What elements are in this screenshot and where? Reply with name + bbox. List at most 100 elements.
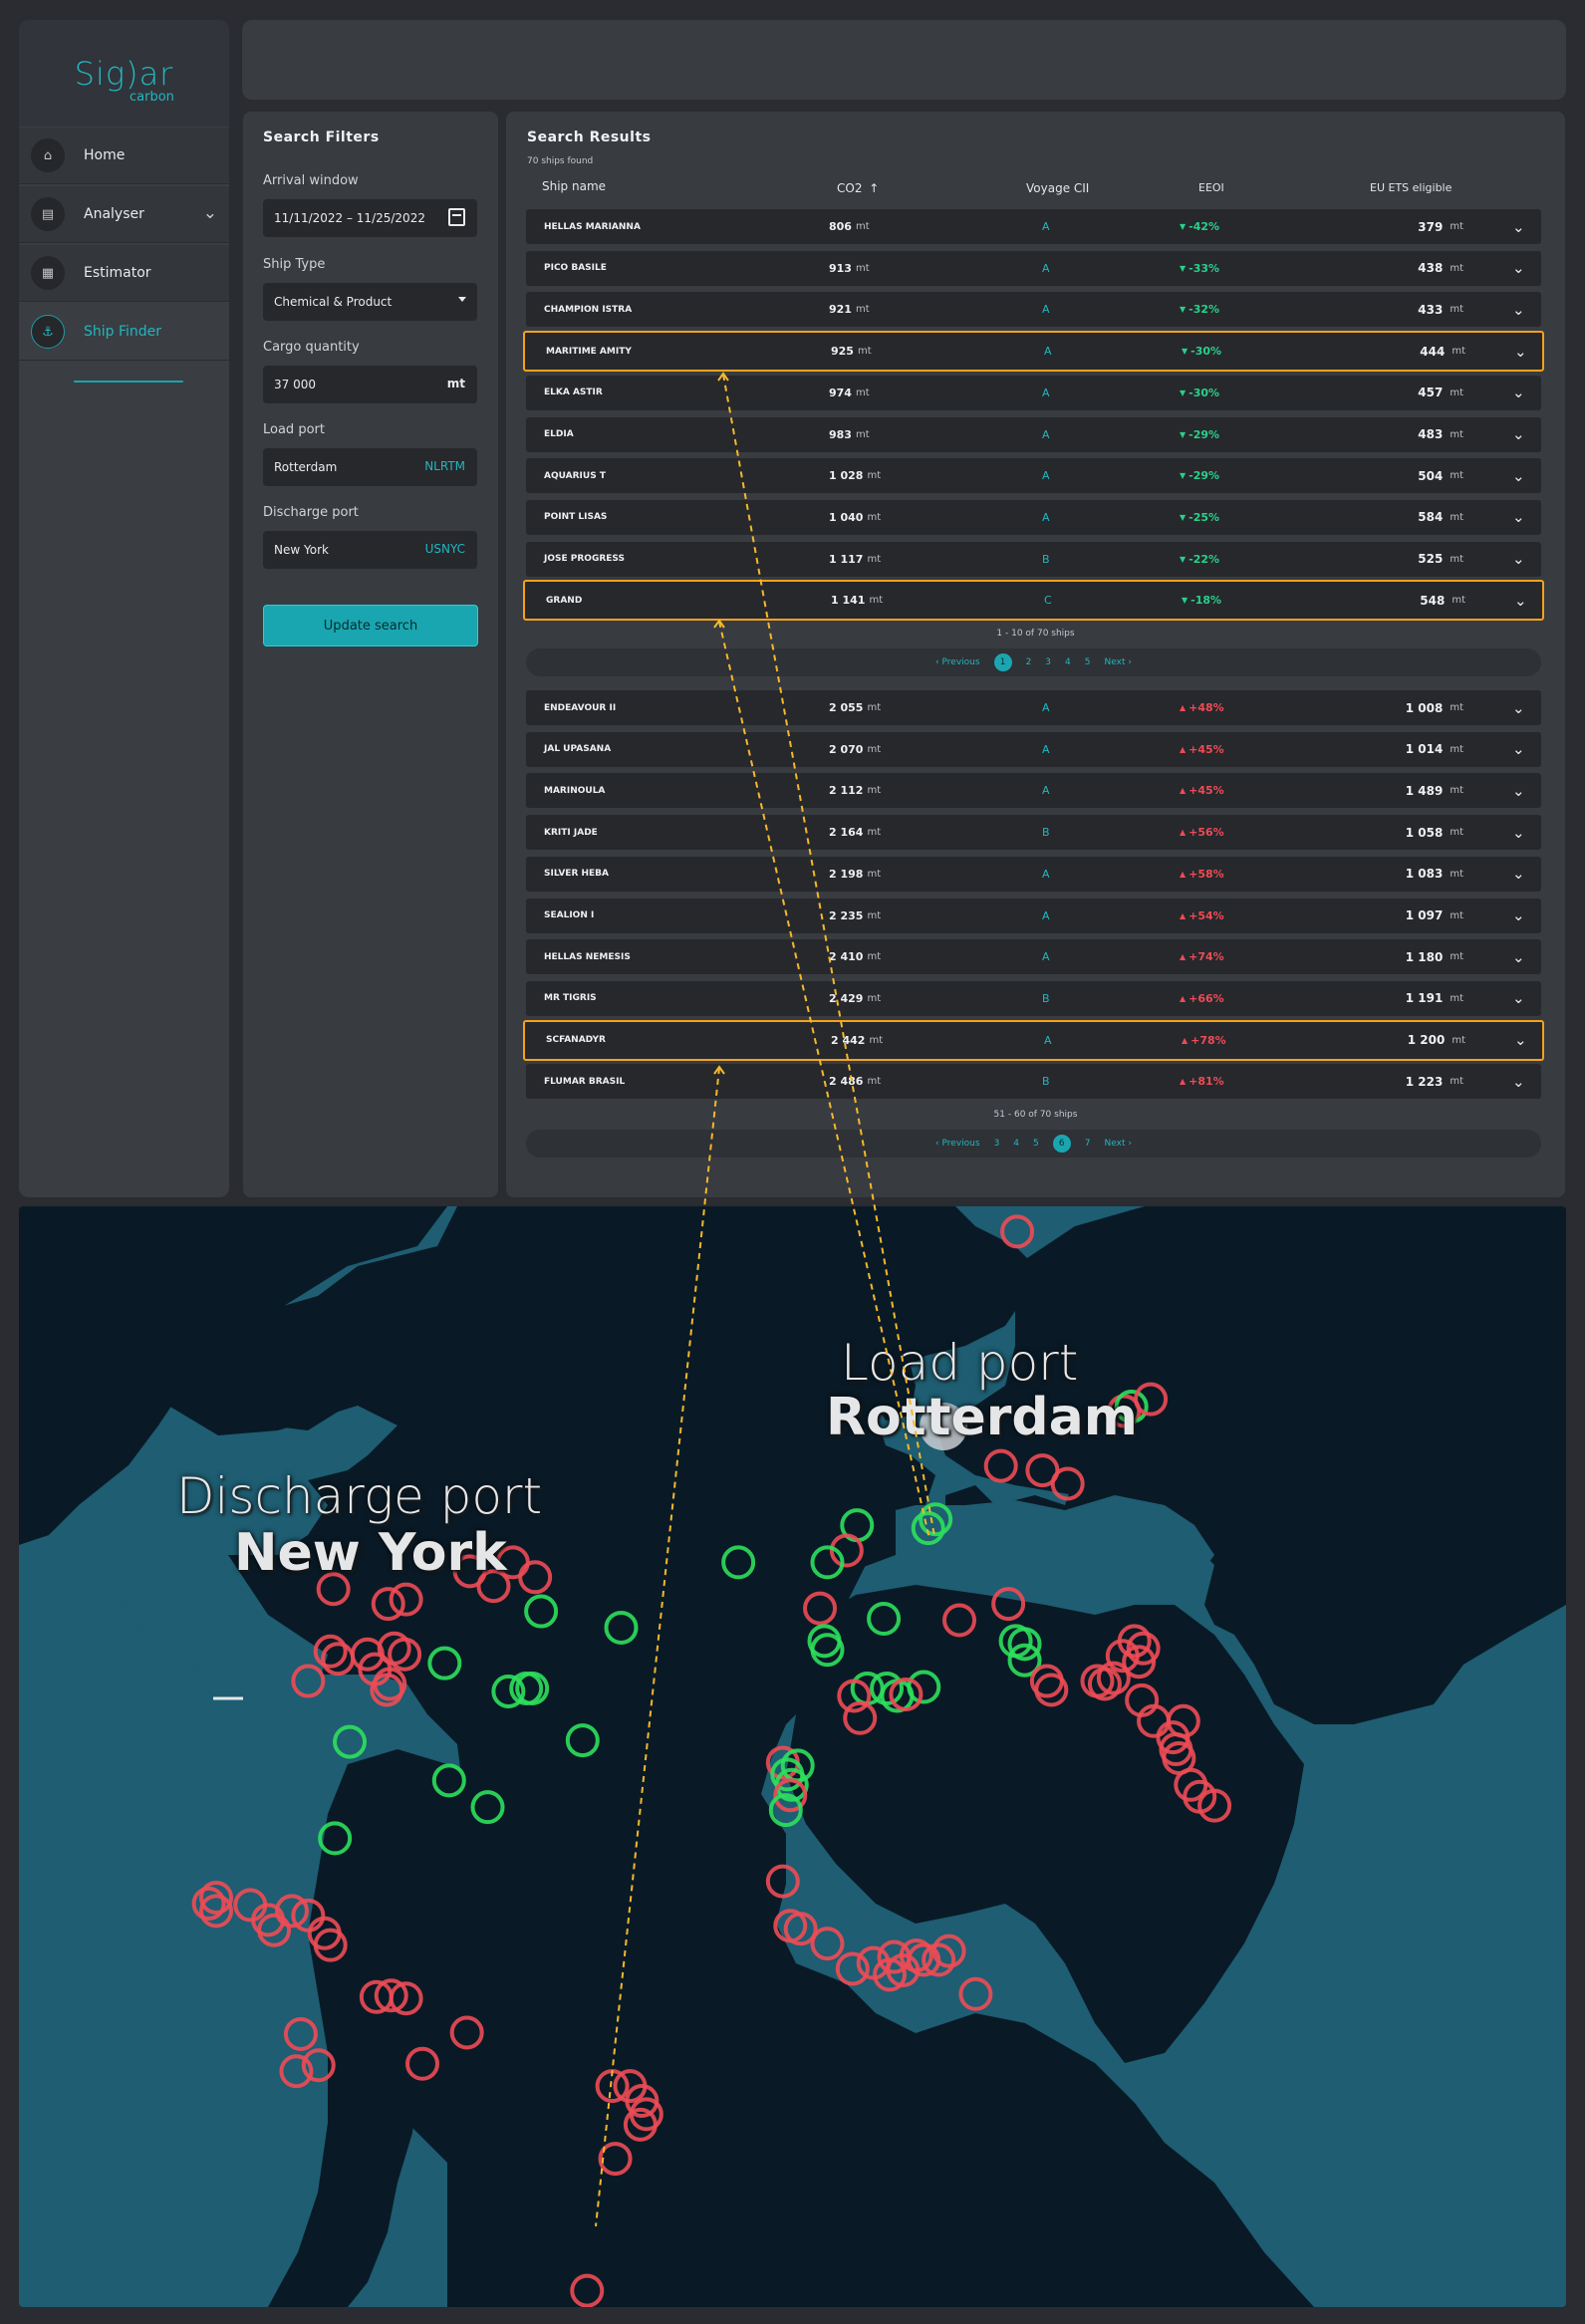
nav-label: Ship Finder <box>84 324 162 340</box>
chevron-down-icon[interactable]: ⌄ <box>1512 209 1525 244</box>
eeoi-value: ▲ +54% <box>1180 908 1224 922</box>
eeoi-value: ▼ -30% <box>1182 345 1222 359</box>
chevron-down-icon[interactable]: ⌄ <box>1514 1022 1527 1059</box>
chevron-down-icon[interactable]: ⌄ <box>1512 542 1525 577</box>
chevron-down-icon[interactable]: ⌄ <box>1512 251 1525 286</box>
chevron-down-icon[interactable]: ⌄ <box>1514 333 1527 370</box>
col-header-co2[interactable]: CO2 ↑ <box>837 181 879 195</box>
eeoi-value: ▲ +81% <box>1180 1075 1224 1089</box>
chevron-down-icon[interactable]: ⌄ <box>1512 857 1525 892</box>
ship-type-label: Ship Type <box>263 257 326 272</box>
eeoi-value: ▼ -32% <box>1180 303 1220 317</box>
page-link[interactable]: 4 <box>1013 1139 1019 1149</box>
ship-row[interactable]: KRITI JADE 2 164 mt B ▲ +56% 1 058 mt ⌄ <box>526 815 1541 851</box>
discharge-port-value: New York <box>274 543 329 557</box>
cargo-quantity-field[interactable]: 37 000 mt <box>263 366 477 403</box>
chevron-down-icon[interactable]: ⌄ <box>1512 690 1525 725</box>
page-link[interactable]: 3 <box>994 1139 1000 1149</box>
ship-row[interactable]: FLUMAR BRASIL 2 486 mt B ▲ +81% 1 223 mt ⌄ <box>526 1064 1541 1100</box>
cii-rating: B <box>1042 826 1050 840</box>
ship-row[interactable]: ELKA ASTIR 974 mt A ▼ -30% 457 mt ⌄ <box>526 375 1541 410</box>
col-header-eeoi[interactable]: EEOI <box>1198 181 1224 194</box>
chevron-down-icon[interactable]: ⌄ <box>1512 376 1525 410</box>
chevron-down-icon[interactable]: ⌄ <box>1512 500 1525 535</box>
nav-item-home[interactable]: ⌂ Home <box>19 128 229 184</box>
discharge-port-field[interactable]: New York USNYC <box>263 531 477 569</box>
co2-value: 1 117 mt <box>829 552 882 566</box>
update-search-button[interactable]: Update search <box>263 605 478 646</box>
ship-row[interactable]: POINT LISAS 1 040 mt A ▼ -25% 584 mt ⌄ <box>526 499 1541 535</box>
ship-row[interactable]: SILVER HEBA 2 198 mt A ▲ +58% 1 083 mt ⌄ <box>526 856 1541 892</box>
ship-row[interactable]: SCFANADYR 2 442 mt A ▲ +78% 1 200 mt ⌄ <box>523 1019 1544 1061</box>
ship-name: AQUARIUS T <box>544 470 606 481</box>
triangle-up-icon: ▲ <box>1180 993 1187 1003</box>
chevron-down-icon[interactable]: ⌄ <box>1512 981 1525 1016</box>
page-link[interactable]: 2 <box>1026 657 1032 667</box>
load-port-field[interactable]: Rotterdam NLRTM <box>263 448 477 486</box>
ets-value: 1 083 mt <box>1405 867 1463 882</box>
ship-row[interactable]: AQUARIUS T 1 028 mt A ▼ -29% 504 mt ⌄ <box>526 458 1541 494</box>
ship-type-select[interactable]: Chemical & Product <box>263 283 477 321</box>
page-link[interactable]: 1 <box>993 653 1012 671</box>
ship-row[interactable]: GRAND 1 141 mt C ▼ -18% 548 mt ⌄ <box>523 580 1544 622</box>
filters-title: Search Filters <box>263 129 380 145</box>
chevron-down-icon[interactable]: ⌄ <box>1512 458 1525 493</box>
previous-link[interactable]: ‹ Previous <box>935 657 980 667</box>
page-link[interactable]: 7 <box>1085 1139 1091 1149</box>
ship-row[interactable]: MARITIME AMITY 925 mt A ▼ -30% 444 mt ⌄ <box>523 331 1544 373</box>
page-link[interactable]: 4 <box>1065 657 1071 667</box>
ets-value: 1 097 mt <box>1405 908 1463 922</box>
ship-row[interactable]: HELLAS MARIANNA 806 mt A ▼ -42% 379 mt ⌄ <box>526 209 1541 244</box>
cii-rating: A <box>1042 469 1050 483</box>
results-count: 70 ships found <box>527 156 594 166</box>
cii-rating: A <box>1042 261 1050 275</box>
col-header-ets[interactable]: EU ETS eligible <box>1370 181 1452 194</box>
estimator-icon: ▦ <box>31 256 65 290</box>
eeoi-value: ▲ +45% <box>1180 742 1224 756</box>
ship-row[interactable]: SEALION I 2 235 mt A ▲ +54% 1 097 mt ⌄ <box>526 898 1541 933</box>
chevron-down-icon[interactable]: ⌄ <box>1512 939 1525 974</box>
page-link[interactable]: 5 <box>1085 657 1091 667</box>
nav-label: Analyser <box>84 206 144 222</box>
eeoi-value: ▼ -22% <box>1180 552 1220 566</box>
ship-name: FLUMAR BRASIL <box>544 1076 626 1087</box>
nav-item-estimator[interactable]: ▦ Estimator <box>19 245 229 302</box>
eeoi-value: ▼ -18% <box>1182 594 1222 608</box>
calendar-icon[interactable] <box>448 208 465 226</box>
col-header-ship-name[interactable]: Ship name <box>542 179 606 193</box>
chevron-down-icon[interactable]: ⌄ <box>1512 815 1525 850</box>
ship-row[interactable]: ELDIA 983 mt A ▼ -29% 483 mt ⌄ <box>526 416 1541 452</box>
next-link[interactable]: Next › <box>1105 657 1132 667</box>
chevron-down-icon[interactable]: ⌄ <box>1512 732 1525 767</box>
chevron-down-icon[interactable]: ⌄ <box>1512 1064 1525 1099</box>
arrival-window-field[interactable]: 11/11/2022 – 11/25/2022 <box>263 199 477 237</box>
ship-row[interactable]: MR TIGRIS 2 429 mt B ▲ +66% 1 191 mt ⌄ <box>526 980 1541 1016</box>
chevron-down-icon[interactable]: ⌄ <box>1512 417 1525 452</box>
nav-item-ship-finder[interactable]: ⚓ Ship Finder <box>19 304 229 361</box>
chevron-down-icon[interactable]: ⌄ <box>1512 292 1525 327</box>
ship-row[interactable]: MARINOULA 2 112 mt A ▲ +45% 1 489 mt ⌄ <box>526 773 1541 809</box>
cii-rating: A <box>1042 950 1050 964</box>
previous-link[interactable]: ‹ Previous <box>935 1139 980 1149</box>
cargo-label: Cargo quantity <box>263 340 360 355</box>
next-link[interactable]: Next › <box>1105 1139 1132 1149</box>
col-header-cii[interactable]: Voyage CII <box>1026 181 1089 195</box>
world-map[interactable]: Load port Rotterdam Discharge port New Y… <box>19 1206 1566 2307</box>
ship-row[interactable]: PICO BASILE 913 mt A ▼ -33% 438 mt ⌄ <box>526 250 1541 286</box>
co2-value: 2 429 mt <box>829 991 882 1005</box>
triangle-down-icon: ▼ <box>1180 512 1187 522</box>
chevron-down-icon[interactable]: ⌄ <box>1512 773 1525 808</box>
ship-row[interactable]: JOSE PROGRESS 1 117 mt B ▼ -22% 525 mt ⌄ <box>526 541 1541 577</box>
page-link[interactable]: 5 <box>1033 1139 1039 1149</box>
chevron-down-icon[interactable]: ⌄ <box>1514 582 1527 619</box>
chevron-down-icon[interactable]: ⌄ <box>203 203 217 223</box>
ship-row[interactable]: JAL UPASANA 2 070 mt A ▲ +45% 1 014 mt ⌄ <box>526 731 1541 767</box>
page-link[interactable]: 3 <box>1045 657 1051 667</box>
page-link[interactable]: 6 <box>1052 1135 1071 1153</box>
brand-logo[interactable]: Sig)ar carbon <box>19 20 229 127</box>
nav-item-analyser[interactable]: ▤ Analyser ⌄ <box>19 186 229 243</box>
chevron-down-icon[interactable]: ⌄ <box>1512 899 1525 933</box>
ship-row[interactable]: HELLAS NEMESIS 2 410 mt A ▲ +74% 1 180 mt ⌄ <box>526 939 1541 975</box>
ship-row[interactable]: ENDEAVOUR II 2 055 mt A ▲ +48% 1 008 mt ⌄ <box>526 690 1541 725</box>
ship-row[interactable]: CHAMPION ISTRA 921 mt A ▼ -32% 433 mt ⌄ <box>526 292 1541 328</box>
